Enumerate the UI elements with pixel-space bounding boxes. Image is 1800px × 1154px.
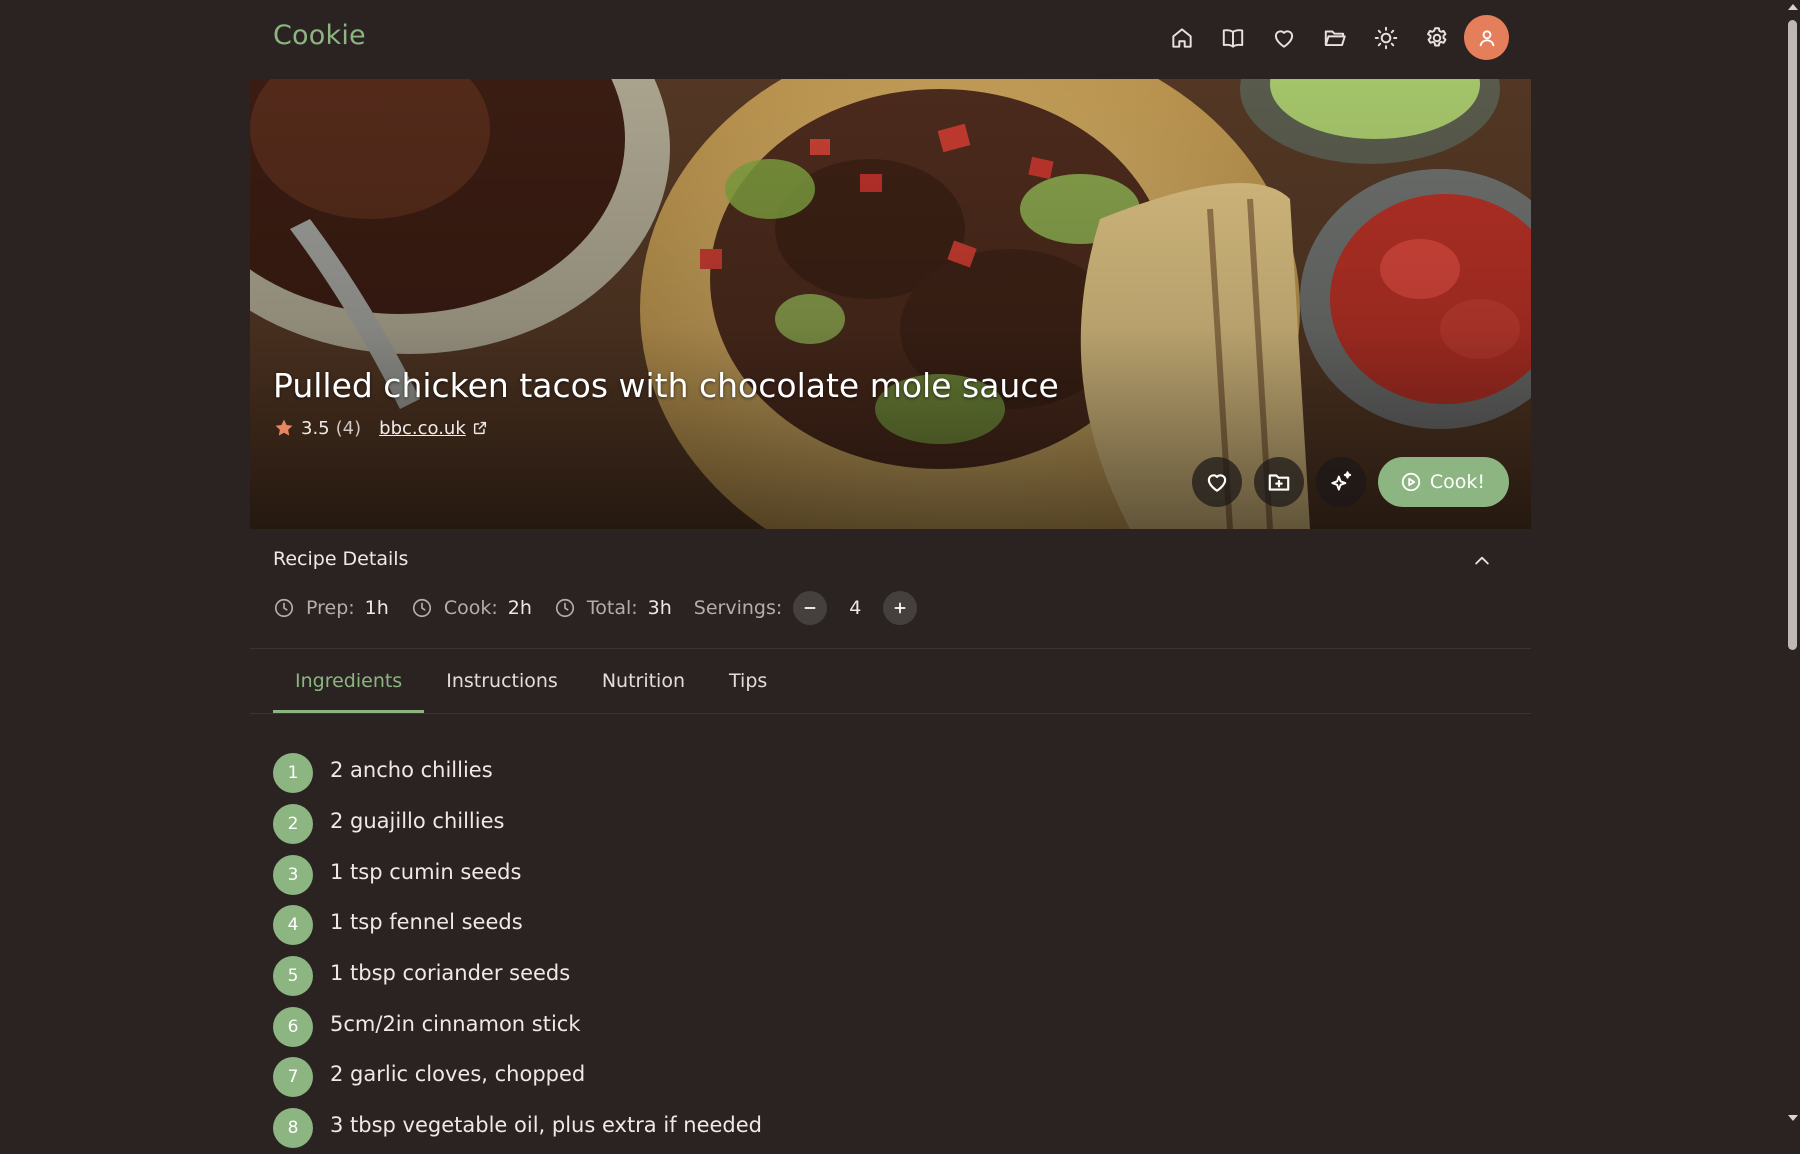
list-item: 6 5cm/2in cinnamon stick	[273, 1001, 762, 1052]
tab-nutrition[interactable]: Nutrition	[580, 648, 707, 713]
scroll-down-arrow[interactable]	[1788, 1115, 1798, 1121]
clock-icon	[412, 598, 431, 618]
clock-icon	[555, 598, 574, 618]
cook-label: Cook:	[443, 597, 498, 619]
ingredient-number: 4	[273, 905, 313, 946]
recipe-times: Prep: 1h Cook: 2h Total: 3h Servings: 4	[273, 590, 918, 626]
ingredient-number: 5	[273, 956, 313, 997]
recipe-page: Cookie Pulled chicken tacos with chocola…	[250, 0, 1531, 1149]
recipe-actions: Cook!	[1191, 457, 1509, 507]
ai-assist-button[interactable]	[1315, 457, 1366, 507]
cook-time: Cook: 2h	[411, 597, 532, 619]
ingredient-text: 1 tbsp coriander seeds	[330, 961, 571, 986]
recipe-meta: 3.5 (4) bbc.co.uk	[273, 417, 488, 439]
list-item: 8 3 tbsp vegetable oil, plus extra if nee…	[273, 1103, 762, 1154]
tab-instructions[interactable]: Instructions	[424, 648, 580, 713]
list-item: 1 2 ancho chillies	[273, 748, 762, 799]
decrease-servings-button[interactable]	[793, 591, 828, 625]
favorites-button[interactable]	[1261, 15, 1306, 60]
prep-label: Prep:	[306, 597, 355, 619]
favorite-button[interactable]	[1191, 457, 1242, 507]
external-link-icon[interactable]	[472, 420, 488, 436]
total-label: Total:	[586, 597, 638, 619]
cook-button-label: Cook!	[1429, 471, 1485, 493]
ingredients-list: 1 2 ancho chillies 2 2 guajillo chillies 3…	[273, 748, 762, 1154]
home-icon	[1171, 27, 1192, 48]
list-item: 5 1 tbsp coriander seeds	[273, 951, 762, 1002]
prep-value: 1h	[364, 597, 389, 619]
prep-time: Prep: 1h	[273, 597, 389, 619]
sparkles-icon	[1331, 471, 1352, 491]
list-item: 7 2 garlic cloves, chopped	[273, 1052, 762, 1103]
total-time: Total: 3h	[554, 597, 672, 619]
recipe-details-title: Recipe Details	[273, 548, 409, 570]
increase-servings-button[interactable]	[883, 591, 918, 625]
ingredient-number: 7	[273, 1057, 313, 1098]
ingredient-number: 8	[273, 1108, 313, 1149]
app-logo[interactable]: Cookie	[273, 20, 366, 51]
collapse-details-button[interactable]	[1469, 548, 1495, 574]
plus-icon	[894, 602, 906, 614]
ingredient-text: 2 ancho chillies	[330, 758, 493, 783]
scroll-up-arrow[interactable]	[1788, 4, 1798, 10]
list-item: 2 2 guajillo chillies	[273, 799, 762, 850]
sun-icon	[1374, 26, 1397, 49]
clock-icon	[274, 598, 294, 618]
user-icon	[1479, 29, 1494, 46]
home-button[interactable]	[1159, 15, 1204, 60]
top-nav	[1153, 15, 1509, 60]
book-icon	[1222, 28, 1243, 48]
minus-icon	[804, 607, 816, 609]
scroll-thumb[interactable]	[1788, 20, 1797, 650]
chevron-up-icon	[1475, 556, 1489, 565]
star-icon	[275, 419, 293, 436]
page-scrollbar[interactable]	[1785, 0, 1800, 1125]
recipe-hero: Pulled chicken tacos with chocolate mole…	[250, 79, 1531, 529]
list-item: 3 1 tsp cumin seeds	[273, 849, 762, 900]
gear-icon	[1426, 26, 1446, 46]
play-circle-icon	[1401, 472, 1421, 492]
heart-icon	[1274, 29, 1293, 48]
tabs-divider	[250, 713, 1531, 714]
ingredient-text: 5cm/2in cinnamon stick	[330, 1011, 581, 1036]
ingredient-number: 1	[273, 753, 313, 794]
tab-tips[interactable]: Tips	[707, 648, 789, 713]
ingredient-number: 2	[273, 804, 313, 845]
avatar[interactable]	[1464, 15, 1509, 60]
ingredient-text: 2 garlic cloves, chopped	[330, 1062, 586, 1087]
total-value: 3h	[647, 597, 672, 619]
collections-button[interactable]	[1312, 15, 1357, 60]
ingredient-text: 1 tsp fennel seeds	[330, 910, 523, 935]
list-item: 4 1 tsp fennel seeds	[273, 900, 762, 951]
ingredient-number: 6	[273, 1006, 313, 1047]
cook-button[interactable]: Cook!	[1377, 457, 1509, 507]
settings-button[interactable]	[1414, 15, 1459, 60]
theme-toggle-button[interactable]	[1363, 15, 1408, 60]
ingredient-text: 1 tsp cumin seeds	[330, 859, 522, 884]
cook-value: 2h	[507, 597, 532, 619]
recipes-button[interactable]	[1210, 15, 1255, 60]
recipe-tabs: Ingredients Instructions Nutrition Tips	[273, 648, 789, 713]
servings-value: 4	[849, 597, 862, 619]
ingredient-text: 2 guajillo chillies	[330, 809, 505, 834]
source-link[interactable]: bbc.co.uk	[379, 418, 466, 439]
rating-value: 3.5	[301, 417, 330, 439]
rating-count: (4)	[335, 417, 362, 439]
ingredient-text: 3 tbsp vegetable oil, plus extra if need…	[330, 1113, 762, 1138]
add-to-collection-button[interactable]	[1253, 457, 1304, 507]
servings-label: Servings:	[693, 597, 783, 619]
recipe-title: Pulled chicken tacos with chocolate mole…	[273, 366, 1059, 405]
tab-ingredients[interactable]: Ingredients	[273, 648, 425, 713]
heart-icon	[1207, 474, 1227, 492]
ingredient-number: 3	[273, 854, 313, 895]
folder-plus-icon	[1268, 474, 1290, 491]
folder-icon	[1324, 30, 1346, 46]
